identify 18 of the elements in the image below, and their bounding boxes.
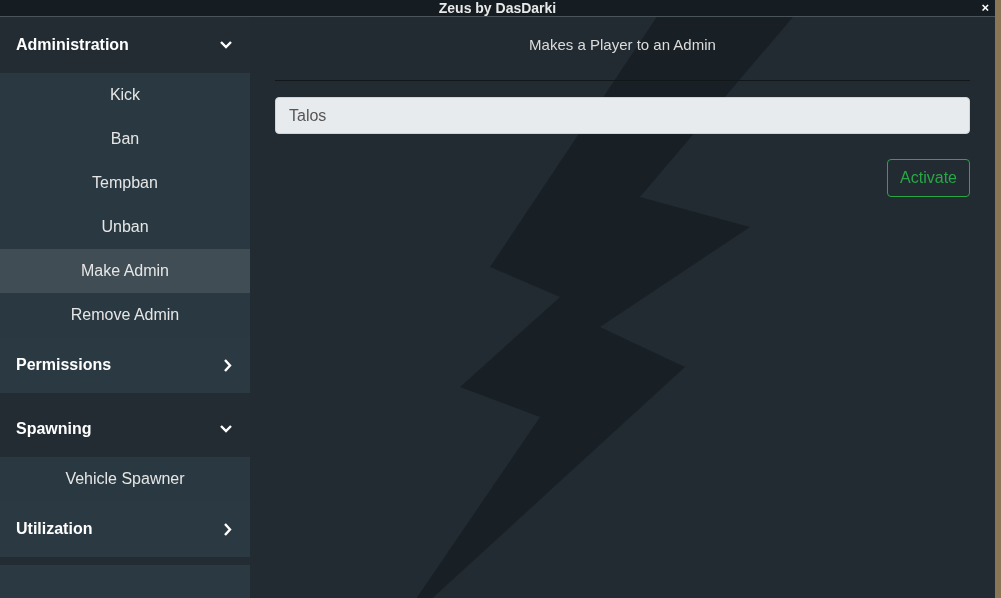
menu-item[interactable]: Unban [0, 205, 250, 249]
activate-button[interactable]: Activate [887, 159, 970, 197]
chevron-down-icon [220, 41, 232, 49]
chevron-right-icon [224, 522, 232, 536]
chevron-down-icon [220, 425, 232, 433]
player-input-field[interactable]: Talos [275, 97, 970, 134]
chevron-right-icon [224, 358, 232, 372]
menu-item[interactable]: Remove Admin [0, 293, 250, 337]
section-header[interactable]: Permissions [0, 337, 250, 393]
description-text: Makes a Player to an Admin [528, 36, 717, 53]
close-button[interactable]: × [981, 1, 989, 15]
menu-item[interactable]: Kick [0, 73, 250, 117]
menu-item[interactable]: Make Admin [0, 249, 250, 293]
menu-item[interactable]: Vehicle Spawner [0, 457, 250, 501]
menu-item[interactable]: Tempban [0, 161, 250, 205]
window-title: Zeus by DasDarki [438, 0, 557, 16]
section-header[interactable]: Utilization [0, 501, 250, 557]
menu-item[interactable]: Ban [0, 117, 250, 161]
